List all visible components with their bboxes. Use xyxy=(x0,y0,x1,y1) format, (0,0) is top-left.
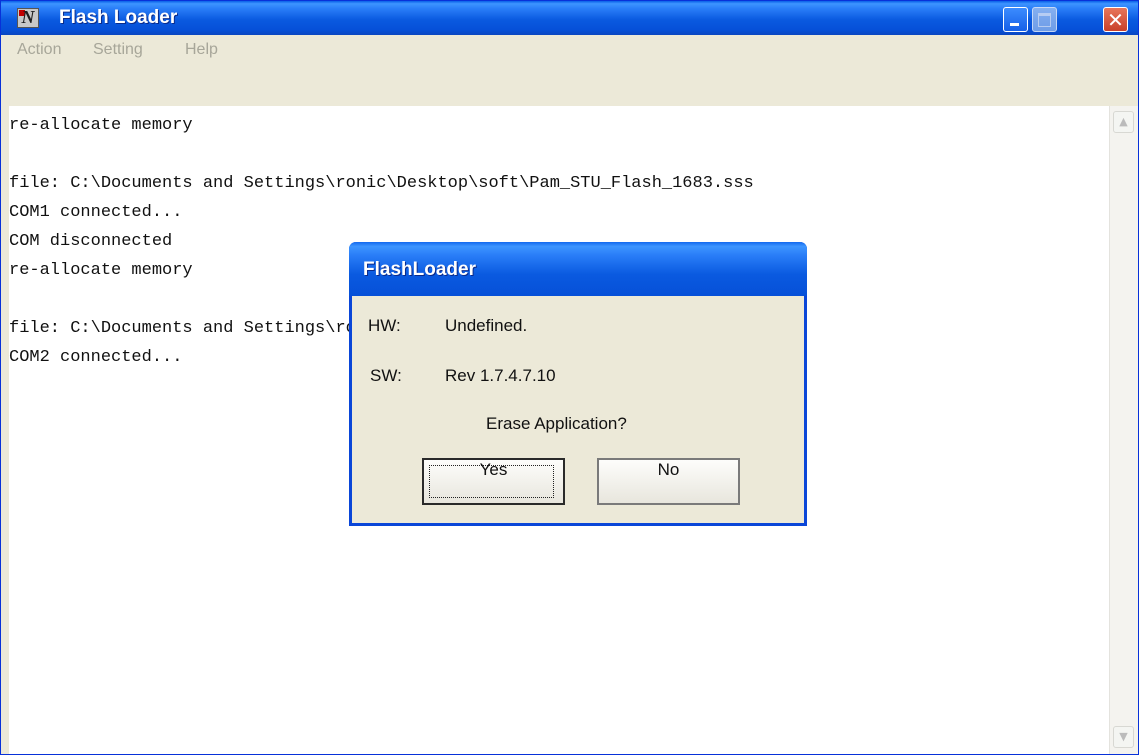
app-icon-glyph: N xyxy=(21,8,35,27)
chevron-up-icon: ▲ xyxy=(1119,115,1128,128)
sw-value: Rev 1.7.4.7.10 xyxy=(445,366,556,385)
dialog-title: FlashLoader xyxy=(363,259,476,280)
close-button[interactable]: ✕ xyxy=(1103,7,1128,32)
close-icon: ✕ xyxy=(1107,8,1124,32)
yes-button-label: Yes xyxy=(479,460,508,479)
menu-action[interactable]: Action xyxy=(17,41,61,59)
window-title: Flash Loader xyxy=(59,7,178,28)
hw-label: HW: xyxy=(368,316,401,335)
minimize-button[interactable] xyxy=(1003,7,1028,32)
menu-help[interactable]: Help xyxy=(185,41,218,59)
yes-button[interactable]: Yes xyxy=(422,458,565,505)
log-line: COM1 connected... xyxy=(9,203,183,222)
sw-label: SW: xyxy=(370,366,402,385)
erase-dialog: FlashLoader HW: Undefined. SW: Rev 1.7.4… xyxy=(349,242,807,526)
hw-value: Undefined. xyxy=(445,316,528,335)
scroll-up-button[interactable]: ▲ xyxy=(1113,111,1134,133)
erase-question: Erase Application? xyxy=(486,414,627,433)
log-line: re-allocate memory xyxy=(9,116,193,135)
maximize-button[interactable] xyxy=(1032,7,1057,32)
chevron-down-icon: ▼ xyxy=(1119,730,1128,743)
no-button[interactable]: No xyxy=(597,458,740,505)
menu-bar: Action Setting Help xyxy=(1,35,1138,63)
scroll-down-button[interactable]: ▼ xyxy=(1113,726,1134,748)
app-icon[interactable]: N xyxy=(17,8,39,28)
dialog-title-bar[interactable]: FlashLoader xyxy=(349,242,807,296)
no-button-label: No xyxy=(657,460,680,479)
title-bar[interactable]: N Flash Loader ✕ xyxy=(1,1,1138,35)
log-line: file: C:\Documents and Settings\ronic\De… xyxy=(9,174,754,193)
menu-setting[interactable]: Setting xyxy=(93,41,143,59)
vertical-scrollbar[interactable]: ▲ ▼ xyxy=(1109,106,1138,754)
